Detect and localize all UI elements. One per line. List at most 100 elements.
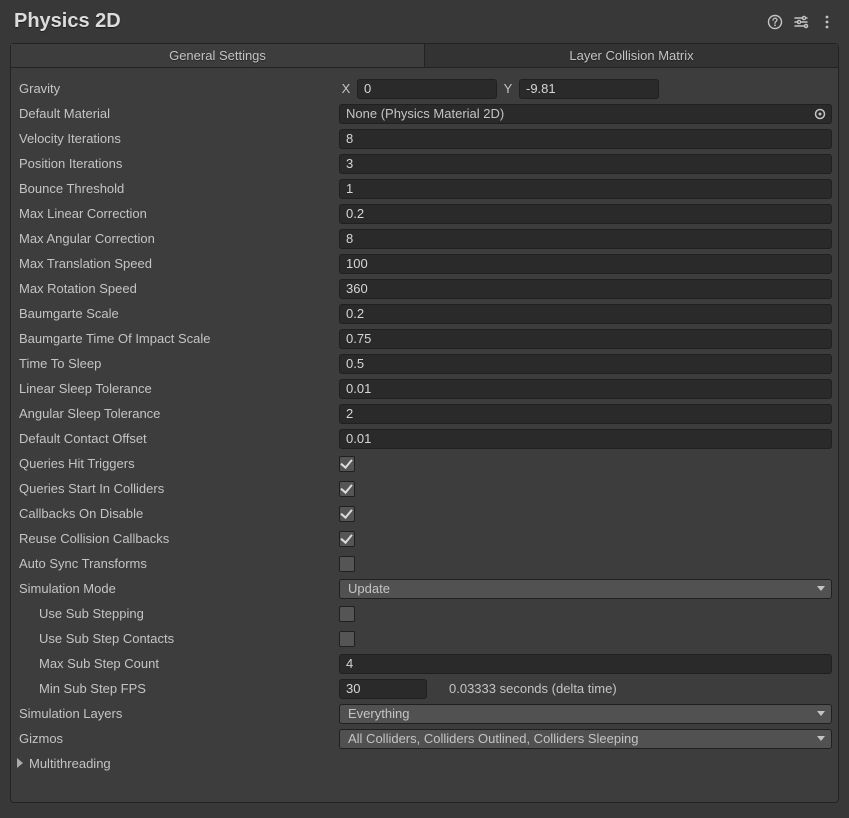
- use-sub-stepping-checkbox[interactable]: [339, 606, 355, 622]
- simulation-layers-value: Everything: [348, 706, 409, 721]
- reuse-collision-callbacks-checkbox[interactable]: [339, 531, 355, 547]
- max-linear-correction-input[interactable]: [339, 204, 832, 224]
- tab-bar: General Settings Layer Collision Matrix: [11, 44, 838, 68]
- row-gizmos: Gizmos All Colliders, Colliders Outlined…: [15, 726, 834, 751]
- row-simulation-layers: Simulation Layers Everything: [15, 701, 834, 726]
- label-queries-start-in-colliders: Queries Start In Colliders: [17, 481, 339, 496]
- queries-start-in-colliders-checkbox[interactable]: [339, 481, 355, 497]
- tab-layer-collision-matrix[interactable]: Layer Collision Matrix: [425, 44, 838, 67]
- row-max-rotation-speed: Max Rotation Speed: [15, 276, 834, 301]
- panel-title: Physics 2D: [14, 10, 121, 33]
- label-simulation-layers: Simulation Layers: [17, 706, 339, 721]
- row-auto-sync-transforms: Auto Sync Transforms: [15, 551, 834, 576]
- min-sub-step-fps-note: 0.03333 seconds (delta time): [431, 681, 617, 696]
- gravity-y-label: Y: [501, 81, 515, 96]
- use-sub-step-contacts-checkbox[interactable]: [339, 631, 355, 647]
- simulation-mode-value: Update: [348, 581, 390, 596]
- row-use-sub-stepping: Use Sub Stepping: [15, 601, 834, 626]
- linear-sleep-tolerance-input[interactable]: [339, 379, 832, 399]
- gizmos-value: All Colliders, Colliders Outlined, Colli…: [348, 731, 638, 746]
- simulation-mode-dropdown[interactable]: Update: [339, 579, 832, 599]
- multithreading-label: Multithreading: [29, 756, 111, 771]
- label-default-material: Default Material: [17, 106, 339, 121]
- label-max-rotation-speed: Max Rotation Speed: [17, 281, 339, 296]
- label-baumgarte-scale: Baumgarte Scale: [17, 306, 339, 321]
- row-simulation-mode: Simulation Mode Update: [15, 576, 834, 601]
- chevron-down-icon: [817, 711, 825, 716]
- help-icon[interactable]: [767, 14, 783, 30]
- row-gravity: Gravity X Y: [15, 76, 834, 101]
- row-reuse-collision-callbacks: Reuse Collision Callbacks: [15, 526, 834, 551]
- label-default-contact-offset: Default Contact Offset: [17, 431, 339, 446]
- row-baumgarte-scale: Baumgarte Scale: [15, 301, 834, 326]
- label-linear-sleep-tolerance: Linear Sleep Tolerance: [17, 381, 339, 396]
- row-max-translation-speed: Max Translation Speed: [15, 251, 834, 276]
- label-use-sub-stepping: Use Sub Stepping: [17, 606, 339, 621]
- default-material-field[interactable]: None (Physics Material 2D): [339, 104, 832, 124]
- row-queries-hit-triggers: Queries Hit Triggers: [15, 451, 834, 476]
- baumgarte-toi-scale-input[interactable]: [339, 329, 832, 349]
- chevron-down-icon: [817, 586, 825, 591]
- row-baumgarte-toi-scale: Baumgarte Time Of Impact Scale: [15, 326, 834, 351]
- max-rotation-speed-input[interactable]: [339, 279, 832, 299]
- max-sub-step-count-input[interactable]: [339, 654, 832, 674]
- bounce-threshold-input[interactable]: [339, 179, 832, 199]
- more-menu-icon[interactable]: [819, 14, 835, 30]
- time-to-sleep-input[interactable]: [339, 354, 832, 374]
- auto-sync-transforms-checkbox[interactable]: [339, 556, 355, 572]
- chevron-down-icon: [817, 736, 825, 741]
- multithreading-foldout[interactable]: Multithreading: [15, 751, 834, 775]
- gravity-x-label: X: [339, 81, 353, 96]
- default-contact-offset-input[interactable]: [339, 429, 832, 449]
- row-angular-sleep-tolerance: Angular Sleep Tolerance: [15, 401, 834, 426]
- row-time-to-sleep: Time To Sleep: [15, 351, 834, 376]
- label-position-iterations: Position Iterations: [17, 156, 339, 171]
- object-picker-icon[interactable]: [813, 107, 827, 121]
- row-max-angular-correction: Max Angular Correction: [15, 226, 834, 251]
- gizmos-dropdown[interactable]: All Colliders, Colliders Outlined, Colli…: [339, 729, 832, 749]
- queries-hit-triggers-checkbox[interactable]: [339, 456, 355, 472]
- label-min-sub-step-fps: Min Sub Step FPS: [17, 681, 339, 696]
- row-callbacks-on-disable: Callbacks On Disable: [15, 501, 834, 526]
- max-translation-speed-input[interactable]: [339, 254, 832, 274]
- settings-content: Gravity X Y Default Material None (Physi…: [11, 68, 838, 802]
- row-use-sub-step-contacts: Use Sub Step Contacts: [15, 626, 834, 651]
- min-sub-step-fps-input[interactable]: [339, 679, 427, 699]
- tab-general-settings[interactable]: General Settings: [11, 44, 425, 67]
- row-position-iterations: Position Iterations: [15, 151, 834, 176]
- callbacks-on-disable-checkbox[interactable]: [339, 506, 355, 522]
- label-max-angular-correction: Max Angular Correction: [17, 231, 339, 246]
- label-callbacks-on-disable: Callbacks On Disable: [17, 506, 339, 521]
- label-time-to-sleep: Time To Sleep: [17, 356, 339, 371]
- label-queries-hit-triggers: Queries Hit Triggers: [17, 456, 339, 471]
- settings-panel: General Settings Layer Collision Matrix …: [10, 43, 839, 803]
- row-default-material: Default Material None (Physics Material …: [15, 101, 834, 126]
- label-gizmos: Gizmos: [17, 731, 339, 746]
- label-max-sub-step-count: Max Sub Step Count: [17, 656, 339, 671]
- row-min-sub-step-fps: Min Sub Step FPS 0.03333 seconds (delta …: [15, 676, 834, 701]
- label-baumgarte-toi-scale: Baumgarte Time Of Impact Scale: [17, 331, 339, 346]
- velocity-iterations-input[interactable]: [339, 129, 832, 149]
- position-iterations-input[interactable]: [339, 154, 832, 174]
- label-bounce-threshold: Bounce Threshold: [17, 181, 339, 196]
- angular-sleep-tolerance-input[interactable]: [339, 404, 832, 424]
- max-angular-correction-input[interactable]: [339, 229, 832, 249]
- foldout-triangle-icon: [17, 758, 23, 768]
- label-velocity-iterations: Velocity Iterations: [17, 131, 339, 146]
- baumgarte-scale-input[interactable]: [339, 304, 832, 324]
- row-default-contact-offset: Default Contact Offset: [15, 426, 834, 451]
- gravity-y-input[interactable]: [519, 79, 659, 99]
- label-simulation-mode: Simulation Mode: [17, 581, 339, 596]
- label-reuse-collision-callbacks: Reuse Collision Callbacks: [17, 531, 339, 546]
- label-gravity: Gravity: [17, 81, 339, 96]
- label-angular-sleep-tolerance: Angular Sleep Tolerance: [17, 406, 339, 421]
- header-icons: [767, 14, 835, 30]
- row-max-sub-step-count: Max Sub Step Count: [15, 651, 834, 676]
- simulation-layers-dropdown[interactable]: Everything: [339, 704, 832, 724]
- gravity-x-input[interactable]: [357, 79, 497, 99]
- default-material-value: None (Physics Material 2D): [346, 106, 504, 121]
- label-auto-sync-transforms: Auto Sync Transforms: [17, 556, 339, 571]
- settings-sliders-icon[interactable]: [793, 14, 809, 30]
- row-max-linear-correction: Max Linear Correction: [15, 201, 834, 226]
- label-max-translation-speed: Max Translation Speed: [17, 256, 339, 271]
